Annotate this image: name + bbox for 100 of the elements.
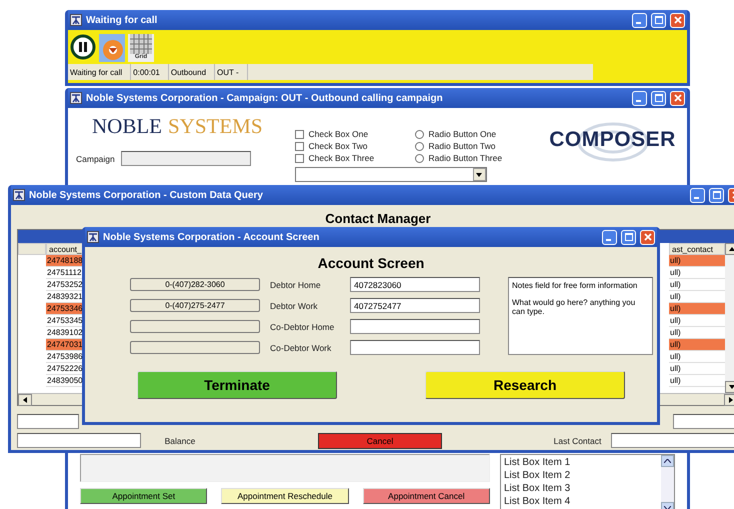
radio-button[interactable]: Radio Button One [414, 128, 505, 140]
app-icon [87, 231, 99, 243]
last-contact-field[interactable] [611, 433, 734, 448]
maximize-button[interactable] [621, 230, 636, 244]
caret-up-icon [728, 247, 734, 251]
close-button[interactable] [670, 90, 685, 106]
appointment-button[interactable]: Appointment Cancel [362, 488, 490, 504]
phone-input[interactable] [350, 319, 480, 334]
checkbox[interactable]: Check Box One [294, 128, 385, 140]
maximize-icon [654, 94, 662, 102]
list-item[interactable]: List Box Item 4 [504, 495, 658, 508]
field-label: Debtor Home [270, 280, 322, 290]
phone-input[interactable]: 4072823060 [350, 277, 480, 292]
field-label: Co-Debtor Home [270, 322, 336, 332]
grid-icon [130, 34, 152, 54]
table-cell: 24748188 [46, 255, 84, 267]
caret-down-icon [728, 385, 734, 390]
field-label: Balance [164, 436, 196, 446]
text-field[interactable] [17, 414, 79, 430]
table-cell: 24753252 [46, 279, 84, 291]
dropdown[interactable] [294, 167, 487, 182]
phone-field[interactable]: 0-(407)282-3060 [130, 278, 260, 291]
window-title: Noble Systems Corporation - Custom Data Query [29, 190, 264, 200]
close-icon [674, 94, 682, 102]
pause-icon[interactable] [70, 34, 96, 60]
table-cell: 24753986 [46, 351, 84, 363]
list-item[interactable]: List Box Item 1 [504, 456, 658, 469]
phone-input[interactable]: 4072752477 [350, 298, 480, 313]
table-cell: ull) [669, 351, 725, 363]
maximize-icon [712, 191, 720, 199]
appointment-button[interactable]: Appointment Reschedule [221, 488, 349, 504]
table-cell: 24753345 [46, 315, 84, 327]
close-button[interactable] [640, 230, 655, 244]
scroll-down-button[interactable] [725, 381, 734, 394]
list-box[interactable]: List Box Item 1 List Box Item 2 List Box Item 3 List Box Item 4 [500, 454, 675, 509]
notes-field[interactable]: Notes field for free form information What would go here? anything you can type. [508, 277, 653, 355]
minimize-button[interactable] [632, 12, 647, 28]
table-cell: 24752226 [46, 363, 84, 375]
minimize-button[interactable] [690, 188, 705, 202]
checkbox[interactable]: Check Box Three [294, 152, 385, 164]
column-header[interactable]: ast_contact [669, 243, 725, 255]
table-cell: 24839102 [46, 327, 84, 339]
radio-button[interactable]: Radio Button Two [414, 140, 505, 152]
scroll-up-button[interactable] [661, 455, 674, 467]
minimize-button[interactable] [632, 90, 647, 106]
table-cell: 24751112 [46, 267, 84, 279]
window-title: Noble Systems Corporation - Account Screen [103, 232, 320, 242]
action-button[interactable]: Research [425, 371, 625, 399]
window-title: Noble Systems Corporation - Campaign: OUT - Outbound calling campaign [86, 92, 444, 104]
table-cell: ull) [669, 315, 725, 327]
table-cell: ull) [669, 363, 725, 375]
close-button[interactable] [670, 12, 685, 28]
app-icon [70, 14, 82, 26]
table-cell: 24753346 [46, 303, 84, 315]
campaign-field[interactable] [120, 151, 251, 166]
list-item[interactable]: List Box Item 2 [504, 469, 658, 482]
balance-field[interactable] [17, 433, 141, 448]
app-icon [13, 189, 25, 201]
minimize-button[interactable] [602, 230, 617, 244]
text-area[interactable] [80, 454, 490, 482]
radio-button[interactable]: Radio Button Three [414, 152, 505, 164]
phone-field[interactable] [130, 320, 260, 333]
status-text: Outbound [168, 64, 216, 80]
phone-field[interactable] [130, 341, 260, 354]
phone-field[interactable]: 0-(407)275-2477 [130, 299, 260, 312]
action-button[interactable]: Terminate [137, 371, 337, 399]
table-cell: ull) [669, 327, 725, 339]
caret-right-icon [729, 397, 733, 404]
app-icon [70, 92, 82, 104]
table-cell: ull) [669, 375, 725, 387]
table-cell: ull) [669, 291, 725, 303]
caret-left-icon [23, 397, 27, 404]
maximize-button[interactable] [651, 90, 666, 106]
window-title: Waiting for call [86, 14, 158, 26]
maximize-button[interactable] [651, 12, 666, 28]
dropdown-button[interactable] [472, 168, 486, 181]
table-cell: 24747031 [46, 339, 84, 351]
maximize-button[interactable] [709, 188, 724, 202]
list-item[interactable]: List Box Item 3 [504, 482, 658, 495]
cancel-button[interactable]: Cancel [318, 432, 442, 449]
status-text: 0:00:01 [131, 64, 169, 80]
field-label: Campaign [76, 154, 115, 164]
checkbox[interactable]: Check Box Two [294, 140, 385, 152]
scroll-right-button[interactable] [724, 394, 734, 406]
table-cell: ull) [669, 279, 725, 291]
table-cell: ull) [669, 303, 725, 315]
status-text: Waiting for call [68, 64, 132, 80]
caret-icon [476, 172, 482, 176]
column-header[interactable]: account_ [46, 243, 84, 255]
table-cell: ull) [669, 267, 725, 279]
field-label: Last Contact [552, 436, 602, 446]
chevron-down-icon [664, 506, 671, 509]
page-heading: Contact Manager [324, 210, 432, 228]
close-icon [644, 233, 652, 241]
phone-input[interactable] [350, 340, 480, 355]
scroll-left-button[interactable] [18, 394, 32, 406]
appointment-button[interactable]: Appointment Set [80, 488, 208, 504]
text-field[interactable] [673, 414, 734, 430]
table-cell: 24839321 [46, 291, 84, 303]
table-cell: ull) [669, 339, 725, 351]
